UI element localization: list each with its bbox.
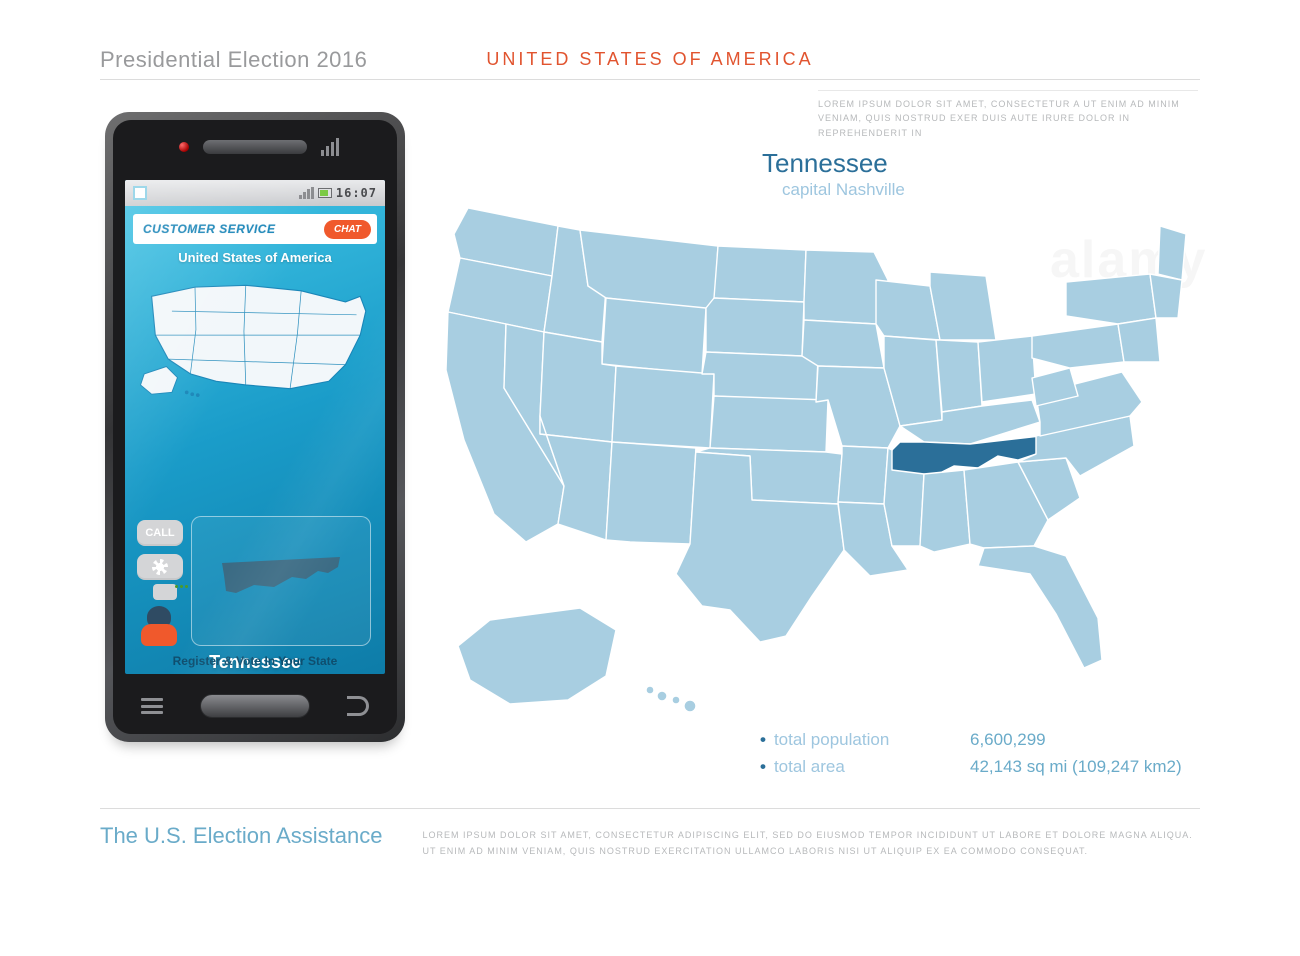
area-value: 42,143 sq mi (109,247 km2) <box>970 753 1182 780</box>
state-name-title: Tennessee <box>762 148 888 179</box>
menu-icon[interactable] <box>141 698 163 714</box>
intro-blurb: Lorem ipsum dolor sit amet, consectetur … <box>818 90 1198 140</box>
state-ne <box>702 352 818 402</box>
us-map[interactable] <box>430 190 1200 720</box>
state-oh <box>978 336 1036 402</box>
mini-us-map-svg <box>135 269 375 404</box>
state-sd <box>706 298 804 356</box>
status-time: 16:07 <box>336 186 377 200</box>
state-detail-card[interactable] <box>191 516 371 646</box>
state-hi <box>646 686 696 712</box>
state-nd <box>714 246 806 302</box>
header-subtitle: Presidential Election 2016 <box>100 47 367 73</box>
phone-country-label: United States of America <box>125 250 385 265</box>
phone-screen: 16:07 CUSTOMER SERVICE CHAT United State… <box>125 180 385 674</box>
app-square-icon <box>133 186 147 200</box>
state-wy <box>602 298 706 374</box>
phone-mockup: 16:07 CUSTOMER SERVICE CHAT United State… <box>105 112 405 742</box>
tennessee-shape-icon <box>222 557 342 597</box>
avatar-body-icon <box>141 624 177 646</box>
population-label: total population <box>760 726 930 753</box>
phone-side-buttons: CALL <box>137 520 183 580</box>
state-ny <box>1066 274 1156 324</box>
state-fl <box>978 546 1102 668</box>
phone-body: 16:07 CUSTOMER SERVICE CHAT United State… <box>113 120 397 734</box>
signal-icon <box>299 187 314 199</box>
state-ak <box>458 608 616 704</box>
state-co <box>612 366 714 448</box>
led-icon <box>179 142 189 152</box>
state-al <box>920 470 970 552</box>
chat-button[interactable]: CHAT <box>324 220 371 239</box>
home-button[interactable] <box>200 694 310 718</box>
footer-title: The U.S. Election Assistance <box>100 823 382 859</box>
speech-bubble-icon <box>153 584 177 600</box>
state-stats: total population 6,600,299 total area 42… <box>760 726 1182 780</box>
population-value: 6,600,299 <box>970 726 1046 753</box>
support-avatar[interactable] <box>135 588 183 646</box>
settings-button[interactable] <box>137 554 183 580</box>
phone-us-map[interactable] <box>135 269 375 404</box>
state-in <box>936 340 982 412</box>
state-mi <box>930 272 996 340</box>
state-ks <box>710 396 828 452</box>
state-ia <box>802 320 884 368</box>
phone-status-bar: 16:07 <box>125 180 385 206</box>
customer-service-bar: CUSTOMER SERVICE CHAT <box>133 214 377 244</box>
phone-nav-bar <box>113 678 397 734</box>
equalizer-icon <box>321 138 339 156</box>
state-ne-states <box>1150 274 1182 318</box>
speaker-icon <box>203 140 307 154</box>
gear-icon <box>152 559 168 575</box>
register-vote-label: Register & Vote In Your State <box>125 654 385 668</box>
footer-text: Lorem ipsum dolor sit amet, consectetur … <box>422 823 1200 859</box>
state-nj-de-md <box>1118 318 1160 362</box>
state-nm <box>606 442 696 544</box>
call-button[interactable]: CALL <box>137 520 183 546</box>
area-label: total area <box>760 753 930 780</box>
footer: The U.S. Election Assistance Lorem ipsum… <box>100 808 1200 859</box>
customer-service-label: CUSTOMER SERVICE <box>143 222 275 236</box>
us-map-svg <box>430 190 1200 720</box>
back-icon[interactable] <box>347 696 369 716</box>
header-bar: Presidential Election 2016 United States… <box>100 40 1200 80</box>
state-me <box>1158 226 1186 280</box>
battery-icon <box>318 188 332 198</box>
phone-top-hardware <box>113 120 397 178</box>
state-ar <box>838 446 888 504</box>
header-title: United States of America <box>486 49 813 70</box>
state-pa <box>1032 324 1124 368</box>
